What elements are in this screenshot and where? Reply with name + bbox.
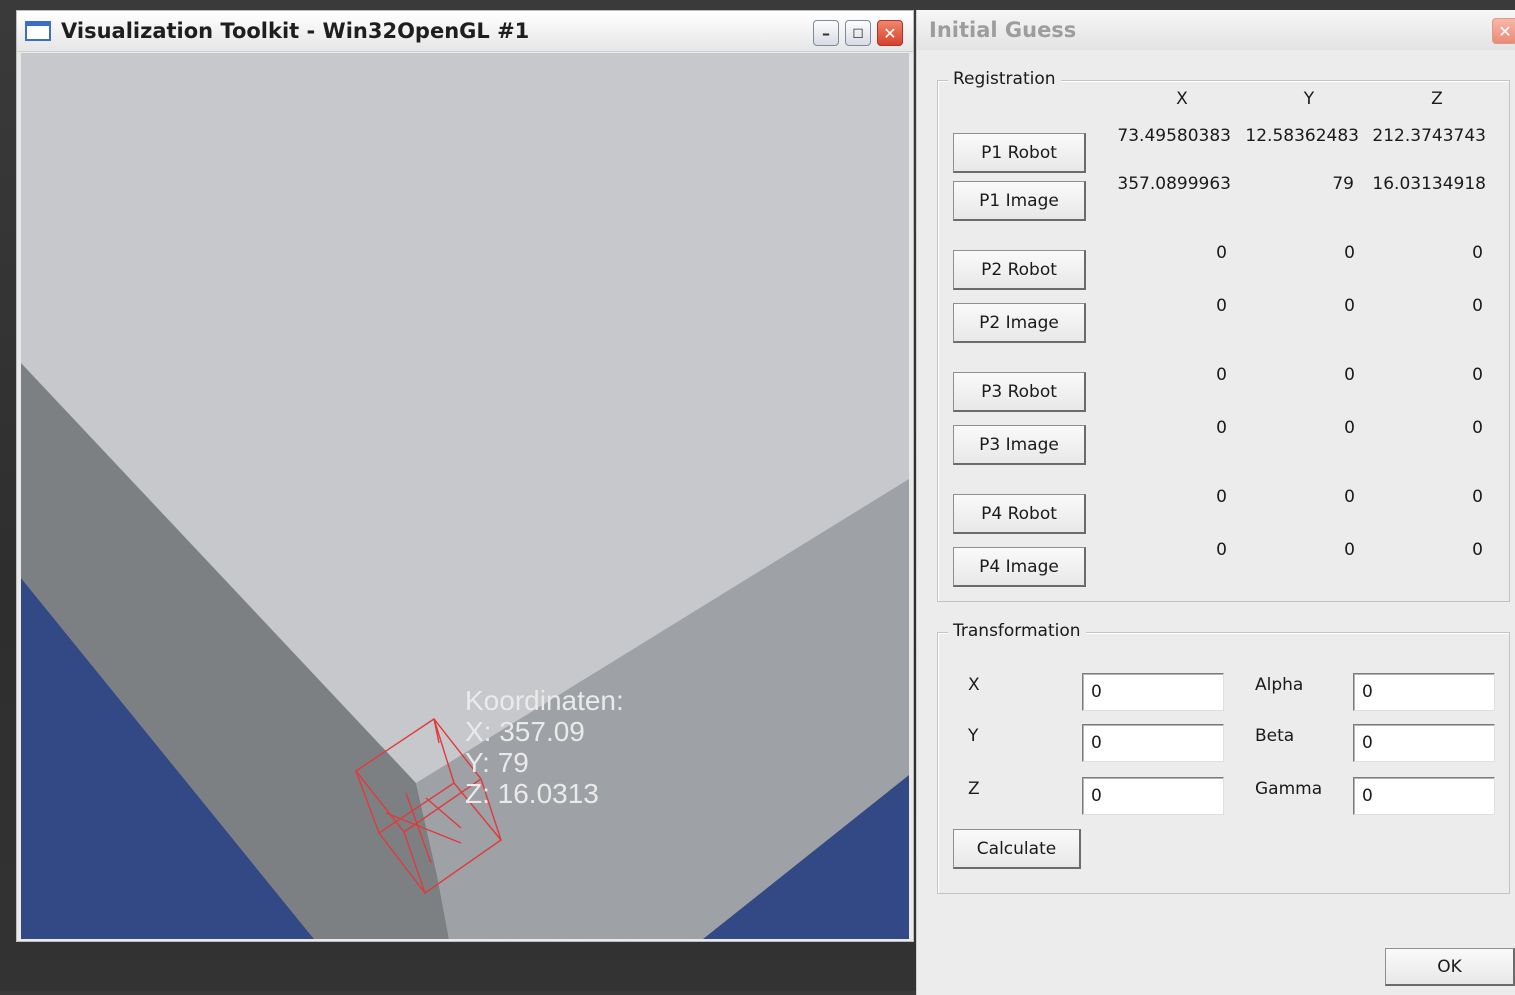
maximize-icon: ◻ <box>852 25 864 41</box>
registration-legend: Registration <box>948 69 1061 89</box>
ok-button[interactable]: OK <box>1385 948 1515 986</box>
transform-z-label: Z <box>968 779 980 799</box>
beta-input[interactable] <box>1353 724 1495 762</box>
transform-x-input[interactable] <box>1082 673 1224 711</box>
p4-image-x: 0 <box>1216 540 1227 560</box>
minimize-icon: – <box>822 23 830 43</box>
p1-robot-y: 12.58362483 <box>1245 126 1359 146</box>
coordinate-z: Z: 16.0313 <box>465 778 599 809</box>
calculate-button[interactable]: Calculate <box>953 829 1081 869</box>
dialog-title: Initial Guess <box>929 18 1077 42</box>
alpha-label: Alpha <box>1255 675 1304 695</box>
vtk-window-title: Visualization Toolkit - Win32OpenGL #1 <box>61 19 530 43</box>
p2-image-x: 0 <box>1216 296 1227 316</box>
dialog-titlebar[interactable]: Initial Guess ✕ <box>917 10 1515 50</box>
p3-robot-x: 0 <box>1216 365 1227 385</box>
gamma-input[interactable] <box>1353 777 1495 815</box>
p2-image-button[interactable]: P2 Image <box>953 303 1086 343</box>
gamma-label: Gamma <box>1255 779 1323 799</box>
p3-image-y: 0 <box>1344 418 1355 438</box>
transform-y-label: Y <box>968 726 979 746</box>
coordinate-x: X: 357.09 <box>465 716 585 747</box>
p3-robot-button[interactable]: P3 Robot <box>953 372 1086 412</box>
column-header-y: Y <box>1303 89 1315 109</box>
p4-robot-y: 0 <box>1344 487 1355 507</box>
coordinate-overlay: Koordinaten: X: 357.09 Y: 79 Z: 16.0313 <box>465 685 624 809</box>
p3-robot-z: 0 <box>1472 365 1483 385</box>
p4-robot-z: 0 <box>1472 487 1483 507</box>
p3-robot-y: 0 <box>1344 365 1355 385</box>
coordinate-heading: Koordinaten: <box>465 685 624 716</box>
p3-image-button[interactable]: P3 Image <box>953 425 1086 465</box>
transformation-group: Transformation X Alpha Y Beta Z Gamma Ca… <box>937 621 1510 894</box>
p2-robot-x: 0 <box>1216 243 1227 263</box>
p2-robot-z: 0 <box>1472 243 1483 263</box>
registration-group: Registration X Y Z P1 Robot 73.49580383 … <box>937 69 1510 602</box>
minimize-button[interactable]: – <box>813 20 839 46</box>
column-header-z: Z <box>1431 89 1443 109</box>
p4-image-z: 0 <box>1472 540 1483 560</box>
vtk-3d-viewport[interactable]: Koordinaten: X: 357.09 Y: 79 Z: 16.0313 <box>21 53 909 939</box>
alpha-input[interactable] <box>1353 673 1495 711</box>
p1-image-z: 16.03134918 <box>1372 174 1486 194</box>
p1-robot-x: 73.49580383 <box>1117 126 1231 146</box>
transform-x-label: X <box>968 675 980 695</box>
p4-image-button[interactable]: P4 Image <box>953 547 1086 587</box>
dialog-close-button[interactable]: ✕ <box>1492 18 1515 44</box>
maximize-button[interactable]: ◻ <box>845 20 871 46</box>
window-app-icon <box>25 21 51 41</box>
initial-guess-dialog: Initial Guess ✕ Registration X Y Z P1 Ro… <box>916 10 1515 995</box>
p2-image-z: 0 <box>1472 296 1483 316</box>
transform-z-input[interactable] <box>1082 777 1224 815</box>
close-icon: ✕ <box>883 23 897 43</box>
close-icon: ✕ <box>1498 21 1512 41</box>
p3-image-x: 0 <box>1216 418 1227 438</box>
vtk-titlebar[interactable]: Visualization Toolkit - Win32OpenGL #1 –… <box>17 11 913 52</box>
p2-image-y: 0 <box>1344 296 1355 316</box>
p4-image-y: 0 <box>1344 540 1355 560</box>
p2-robot-y: 0 <box>1344 243 1355 263</box>
coordinate-y: Y: 79 <box>465 747 529 778</box>
p3-image-z: 0 <box>1472 418 1483 438</box>
p1-robot-z: 212.3743743 <box>1372 126 1486 146</box>
p1-image-y: 79 <box>1332 174 1354 194</box>
p1-image-button[interactable]: P1 Image <box>953 181 1086 221</box>
p4-robot-button[interactable]: P4 Robot <box>953 494 1086 534</box>
transform-y-input[interactable] <box>1082 724 1224 762</box>
vtk-render-window: Visualization Toolkit - Win32OpenGL #1 –… <box>16 10 914 942</box>
p1-image-x: 357.0899963 <box>1117 174 1231 194</box>
beta-label: Beta <box>1255 726 1295 746</box>
p1-robot-button[interactable]: P1 Robot <box>953 133 1086 173</box>
p2-robot-button[interactable]: P2 Robot <box>953 250 1086 290</box>
p4-robot-x: 0 <box>1216 487 1227 507</box>
column-header-x: X <box>1176 89 1188 109</box>
transformation-legend: Transformation <box>948 621 1086 641</box>
close-button[interactable]: ✕ <box>877 20 903 46</box>
